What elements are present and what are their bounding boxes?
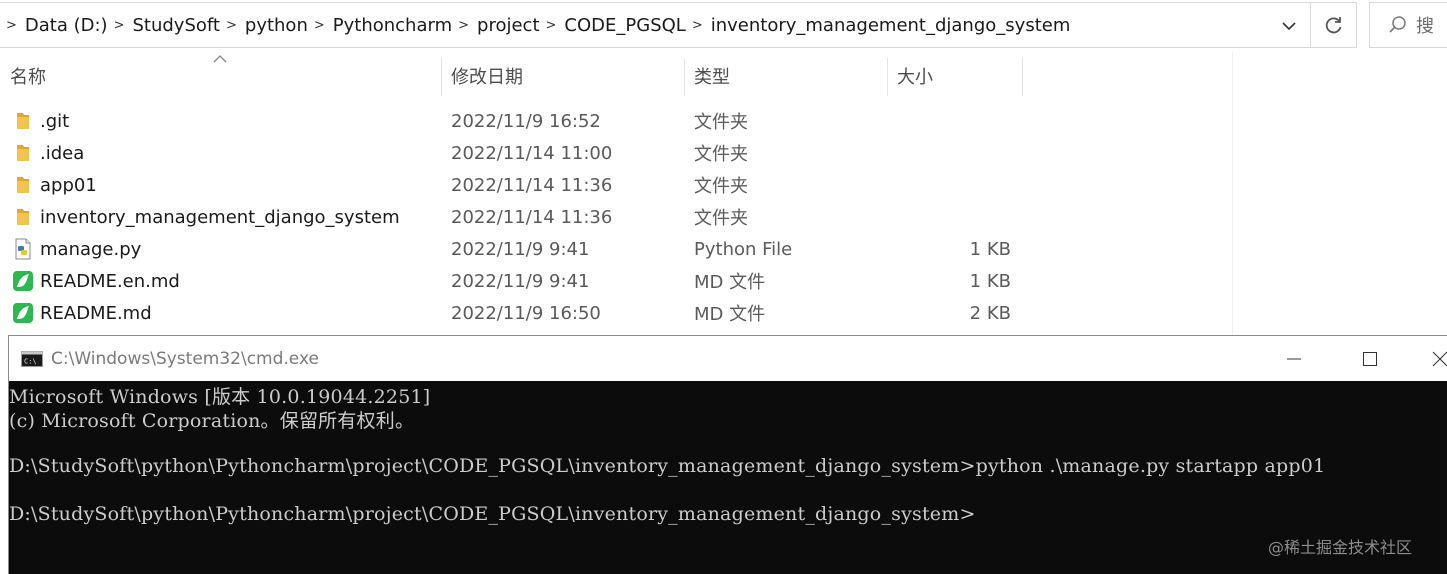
refresh-icon [1325,17,1341,34]
search-icon [1389,16,1406,33]
file-row[interactable]: .git 2022/11/9 16:52 文件夹 [0,105,1232,137]
close-button[interactable] [1405,336,1447,381]
file-size [886,105,1011,137]
markdown-file-icon [12,297,34,329]
markdown-file-icon [12,265,34,297]
file-name: README.md [40,302,152,324]
folder-icon [12,201,34,233]
console-line: D:\StudySoft\python\Pythoncharm\project\… [9,503,976,525]
breadcrumb-item[interactable]: StudySoft [132,15,220,36]
breadcrumb-item[interactable]: CODE_PGSQL [564,15,685,36]
file-modified-date: 2022/11/9 16:50 [451,302,601,324]
breadcrumb-separator-chevron-icon[interactable]: > [540,18,565,33]
file-row[interactable]: README.en.md 2022/11/9 9:41 MD 文件 1 KB [0,265,1232,297]
folder-icon [12,137,34,169]
breadcrumb-separator-chevron-icon[interactable]: > [0,18,25,33]
cmd-title-text: C:\Windows\System32\cmd.exe [51,348,319,369]
file-modified-date: 2022/11/14 11:36 [451,206,613,228]
file-row[interactable]: .idea 2022/11/14 11:00 文件夹 [0,137,1232,169]
file-type: 文件夹 [694,144,748,165]
breadcrumb-item[interactable]: Data (D:) [25,15,108,36]
svg-text:C:\: C:\ [24,357,37,365]
file-size [886,137,1011,169]
file-modified-date: 2022/11/9 9:41 [451,270,590,292]
file-type: MD 文件 [694,304,766,325]
chevron-down-icon [1282,22,1296,31]
python-file-icon [12,233,34,265]
file-row[interactable]: README.md 2022/11/9 16:50 MD 文件 2 KB [0,297,1232,329]
file-modified-date: 2022/11/9 9:41 [451,238,590,260]
column-divider[interactable] [684,58,685,96]
file-type: MD 文件 [694,272,766,293]
file-name: inventory_management_django_system [40,206,400,228]
file-modified-date: 2022/11/14 11:00 [451,142,613,164]
file-name: manage.py [40,238,142,260]
breadcrumb-item[interactable]: project [477,15,539,36]
file-type: 文件夹 [694,112,748,133]
address-history-dropdown[interactable] [1276,13,1302,39]
breadcrumb-separator-chevron-icon[interactable]: > [308,18,333,33]
minimize-icon [1287,358,1301,359]
column-header-date[interactable]: 修改日期 [451,54,683,98]
cmd-app-icon: C:\ [21,350,43,367]
file-name: README.en.md [40,270,180,292]
watermark: @稀土掘金技术社区 [1268,538,1413,557]
column-divider[interactable] [441,58,442,96]
file-row[interactable]: inventory_management_django_system 2022/1… [0,201,1232,233]
folder-icon [12,105,34,137]
file-name: .git [40,110,70,132]
file-type: Python File [694,238,793,260]
file-size: 1 KB [969,270,1011,292]
file-size [886,201,1011,233]
file-modified-date: 2022/11/14 11:36 [451,174,613,196]
breadcrumb-separator-chevron-icon[interactable]: > [686,18,711,33]
console-line: D:\StudySoft\python\Pythoncharm\project\… [9,455,1326,477]
search-placeholder: 搜 [1416,16,1434,37]
close-icon [1432,351,1447,366]
column-header-name[interactable]: 名称 [10,54,440,98]
maximize-icon [1363,351,1377,366]
breadcrumb-item[interactable]: Pythoncharm [333,15,452,36]
column-header-size[interactable]: 大小 [897,54,1022,98]
cmd-title-bar[interactable]: C:\ C:\Windows\System32\cmd.exe [9,336,1447,381]
file-name: app01 [40,174,97,196]
file-modified-date: 2022/11/9 16:52 [451,110,601,132]
file-name: .idea [40,142,85,164]
console-line: (c) Microsoft Corporation。保留所有权利。 [9,410,415,432]
breadcrumb-separator-chevron-icon[interactable]: > [108,18,133,33]
folder-icon [12,169,34,201]
breadcrumb-item[interactable]: python [245,15,308,36]
file-size [886,169,1011,201]
column-divider[interactable] [1022,58,1023,96]
breadcrumb-item[interactable]: inventory_management_django_system [711,15,1071,36]
console-line: Microsoft Windows [版本 10.0.19044.2251] [9,386,431,408]
file-size: 1 KB [969,238,1011,260]
explorer-address-row: > Data (D:) > StudySoft > python > Pythoncharm >… [0,0,1447,52]
cmd-window[interactable]: C:\ C:\Windows\System32\cmd.exe Microsof… [8,335,1447,574]
file-type: 文件夹 [694,208,748,229]
refresh-button[interactable] [1311,2,1357,48]
breadcrumb: > Data (D:) > StudySoft > python > Pythoncharm >… [0,3,1070,47]
file-size: 2 KB [969,302,1011,324]
search-box[interactable]: 搜 [1369,2,1447,48]
file-type: 文件夹 [694,176,748,197]
file-row[interactable]: app01 2022/11/14 11:36 文件夹 [0,169,1232,201]
breadcrumb-separator-chevron-icon[interactable]: > [452,18,477,33]
column-divider[interactable] [887,58,888,96]
breadcrumb-separator-chevron-icon[interactable]: > [220,18,245,33]
cmd-console[interactable]: Microsoft Windows [版本 10.0.19044.2251] (c… [9,381,1447,574]
minimize-button[interactable] [1259,336,1329,381]
maximize-button[interactable] [1335,336,1405,381]
address-bar[interactable]: > Data (D:) > StudySoft > python > Pythoncharm >… [0,2,1311,48]
column-header-type[interactable]: 类型 [694,54,886,98]
pane-divider [1232,52,1233,342]
file-row[interactable]: manage.py 2022/11/9 9:41 Python File 1 KB [0,233,1232,265]
